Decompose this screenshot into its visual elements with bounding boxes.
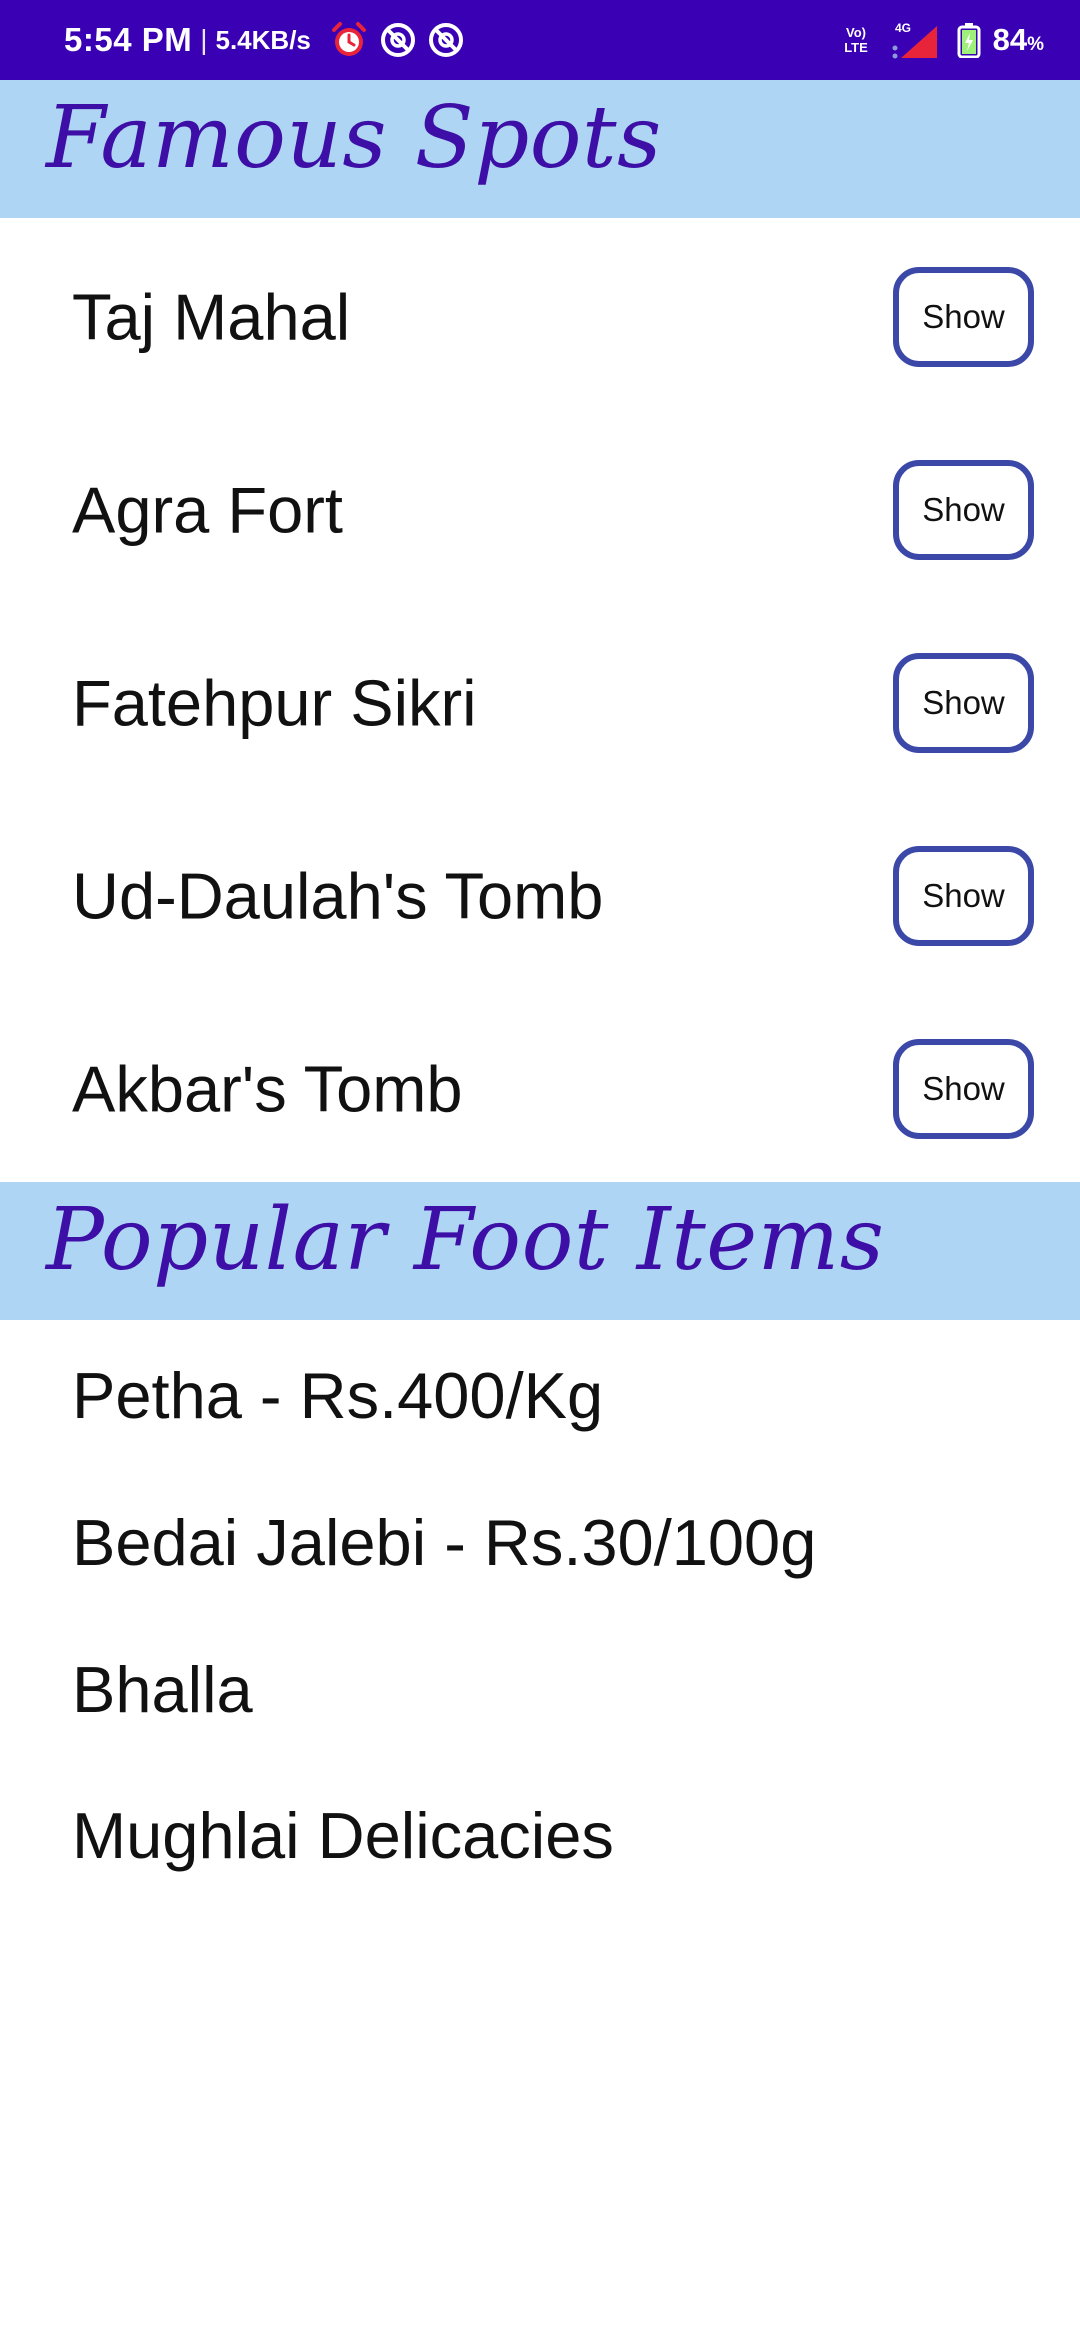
battery-level: 84% [993, 22, 1044, 58]
famous-spots-title: Famous Spots [46, 88, 662, 188]
status-bar: 5:54 PM | 5.4KB/s Vo) LTE 4G 84% [0, 0, 1080, 80]
signal-icon: 4G [889, 20, 941, 60]
network-type-label: 4G [895, 21, 911, 35]
status-right: Vo) LTE 4G 84% [829, 20, 1044, 60]
svg-text:LTE: LTE [844, 40, 868, 55]
list-item: Akbar's Tomb Show [0, 992, 1080, 1185]
spot-name: Akbar's Tomb [72, 1052, 463, 1125]
list-item: Agra Fort Show [0, 413, 1080, 606]
spot-name: Ud-Daulah's Tomb [72, 859, 604, 932]
show-button[interactable]: Show [893, 845, 1034, 946]
show-button[interactable]: Show [893, 266, 1034, 367]
status-left: 5:54 PM | 5.4KB/s [64, 20, 465, 60]
popular-food-header: Popular Foot Items [0, 1182, 1080, 1320]
list-item: Ud-Daulah's Tomb Show [0, 799, 1080, 992]
svg-text:Vo): Vo) [846, 25, 866, 40]
list-item: Fatehpur Sikri Show [0, 606, 1080, 799]
show-button[interactable]: Show [893, 459, 1034, 560]
food-item: Mughlai Delicacies [72, 1799, 614, 1872]
alarm-icon [329, 20, 369, 60]
food-item: Bedai Jalebi - Rs.30/100g [72, 1506, 817, 1579]
spot-name: Agra Fort [72, 473, 343, 546]
spot-name: Fatehpur Sikri [72, 666, 477, 739]
spot-name: Taj Mahal [72, 280, 351, 353]
volte-icon: Vo) LTE [839, 23, 873, 57]
network-speed: 5.4KB/s [215, 24, 311, 55]
famous-spots-header: Famous Spots [0, 80, 1080, 218]
status-time: 5:54 PM [64, 21, 193, 58]
food-item: Bhalla [72, 1653, 253, 1726]
food-item: Petha - Rs.400/Kg [72, 1359, 604, 1432]
battery-percent: 84 [992, 22, 1028, 57]
battery-unit: % [1027, 34, 1044, 55]
sync-off-icon [379, 21, 417, 59]
show-button[interactable]: Show [893, 652, 1034, 753]
show-button[interactable]: Show [893, 1038, 1034, 1139]
status-separator: | [200, 24, 208, 55]
popular-food-title: Popular Foot Items [46, 1190, 885, 1290]
battery-charging-icon [957, 22, 981, 58]
list-item: Taj Mahal Show [0, 220, 1080, 413]
sync-off-icon [427, 21, 465, 59]
